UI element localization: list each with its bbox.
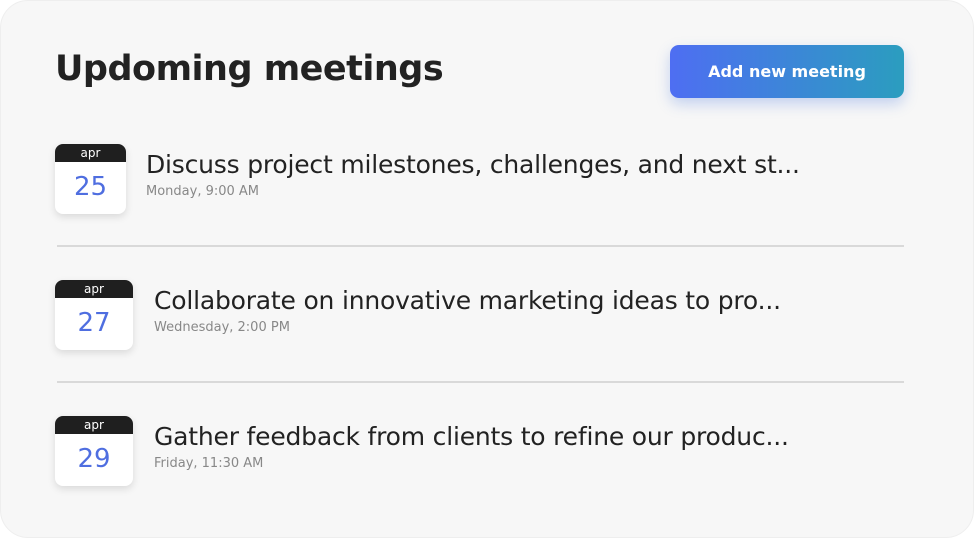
meeting-item[interactable]: apr 27 Collaborate on innovative marketi… <box>1 280 975 360</box>
calendar-month: apr <box>55 144 126 162</box>
calendar-day: 25 <box>73 172 108 202</box>
calendar-month: apr <box>55 280 133 298</box>
meetings-card: Updoming meetings Add new meeting apr 25… <box>0 0 974 538</box>
divider <box>57 381 904 383</box>
calendar-date-icon: apr 29 <box>55 416 133 486</box>
meeting-title: Collaborate on innovative marketing idea… <box>154 286 781 315</box>
meeting-title: Gather feedback from clients to refine o… <box>154 422 789 451</box>
meeting-item[interactable]: apr 25 Discuss project milestones, chall… <box>1 144 975 224</box>
meeting-title: Discuss project milestones, challenges, … <box>146 150 800 179</box>
divider <box>57 245 904 247</box>
calendar-date-icon: apr 27 <box>55 280 133 350</box>
meeting-time: Friday, 11:30 AM <box>154 456 264 471</box>
calendar-day: 27 <box>77 308 111 338</box>
page-title: Updoming meetings <box>55 49 444 89</box>
calendar-day: 29 <box>77 444 111 474</box>
meeting-item[interactable]: apr 29 Gather feedback from clients to r… <box>1 416 975 496</box>
meeting-time: Wednesday, 2:00 PM <box>154 320 290 335</box>
calendar-date-icon: apr 25 <box>55 144 126 214</box>
add-meeting-button[interactable]: Add new meeting <box>670 45 904 98</box>
calendar-month: apr <box>55 416 133 434</box>
meeting-time: Monday, 9:00 AM <box>146 184 260 199</box>
